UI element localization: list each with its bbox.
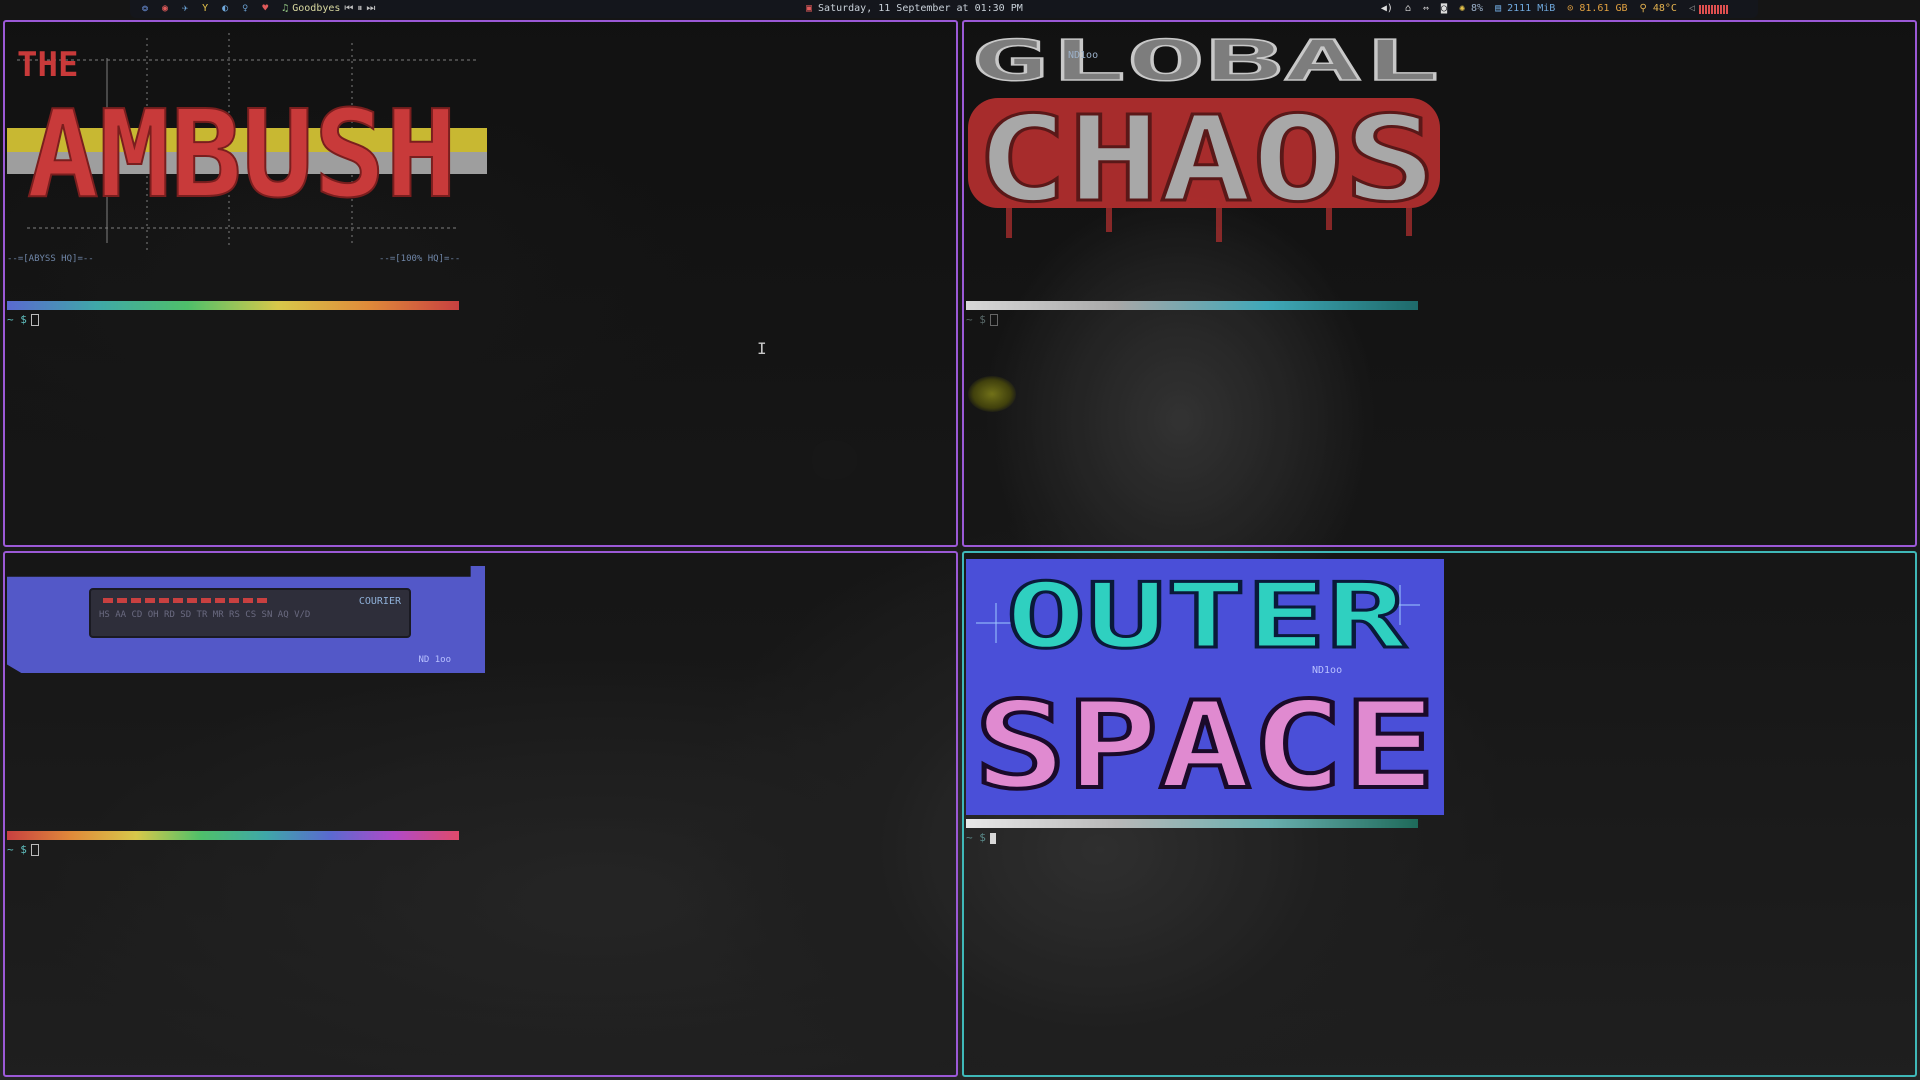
modem-courier-label: COURIER [358,596,401,607]
next-track-button[interactable]: ⏭ [366,0,375,18]
music-note-icon: ♫ [282,3,289,14]
brightness-value: 8% [1471,3,1484,14]
gray-teal-gradient-bar [966,819,1418,828]
previous-track-button[interactable]: ⏮ [344,0,353,18]
track-title[interactable]: Goodbyes [292,0,340,18]
terminal-cursor [30,844,39,856]
outer-space-ascii-art: OUTER ND1oo SPACE [966,559,1444,815]
temperature-indicator: ⚲ 48°C [1639,3,1677,14]
pause-button[interactable]: ⏸ [357,0,362,18]
chaos-title: CHAOS [976,90,1436,228]
workspace-4-icon[interactable]: Y [202,0,208,18]
volume-level[interactable]: ◁ [1689,0,1728,18]
hq-100-tag: --=[100% HQ]=-- [379,254,461,264]
system-tray: ◀) ⌂ ⇔ ◙ ✺ 8% ▤ 2111 MiB ⊙ 81.61 GB ⚲ 48… [1381,0,1728,18]
color-gradient-bar [7,301,459,310]
terminal-cursor [989,832,996,844]
temperature-value: 48°C [1652,3,1677,14]
ambush-title-small: THE [17,45,78,85]
modem-body: HS AA CD OH RD SD TR MR RS CS SN AQ V/D … [89,588,411,638]
date-time: Saturday, 11 September at 01:30 PM [818,3,1023,14]
shell-prompt[interactable]: ~ $ [7,313,39,326]
global-signature: ND1oo [1068,50,1098,61]
terminal-pane-bottom-left[interactable]: HS AA CD OH RD SD TR MR RS CS SN AQ V/D … [3,551,958,1077]
terminal-pane-top-right[interactable]: GLOBAL ND1oo CHAOS ~ $ [962,20,1917,547]
terminal-pane-bottom-right[interactable]: OUTER ND1oo SPACE ~ $ [962,551,1917,1077]
ambush-ascii-art: THE AMBUSH [7,33,487,253]
gray-teal-gradient-bar [966,301,1418,310]
disk-value: 81.61 GB [1579,3,1628,14]
prompt-text: ~ $ [966,313,986,326]
shell-prompt[interactable]: ~ $ [7,843,39,856]
volume-icon[interactable]: ◀) [1381,0,1393,18]
prompt-text: ~ $ [7,843,27,856]
courier-modem-art: HS AA CD OH RD SD TR MR RS CS SN AQ V/D … [7,566,485,673]
workspace-1-icon[interactable]: ❂ [142,0,148,18]
text-cursor-icon: I [757,339,767,358]
discord-icon[interactable]: ◙ [1441,0,1447,18]
terminal-pane-top-left[interactable]: THE AMBUSH --=[ABYSS HQ]=-- --=[100% HQ]… [3,20,958,547]
shell-prompt[interactable]: ~ $ [966,313,998,326]
workspace-list: ❂ ◉ ✈ Y ◐ ♀ ♥ ♫ Goodbyes ⏮ ⏸ ⏭ [142,0,375,18]
global-title: GLOBAL [970,29,1440,94]
color-gradient-bar [7,831,459,840]
workspace-2-icon[interactable]: ◉ [162,0,168,18]
network-icon[interactable]: ⇔ [1423,0,1429,18]
speaker-icon: ◁ [1688,3,1695,14]
modem-key-labels: HS AA CD OH RD SD TR MR RS CS SN AQ V/D [99,610,311,620]
memory-value: 2111 MiB [1507,3,1556,14]
ambush-title: AMBUSH [27,86,457,225]
music-player: ♫ Goodbyes ⏮ ⏸ ⏭ [282,0,375,18]
calendar-icon: ▣ [806,3,813,14]
clock[interactable]: ▣ Saturday, 11 September at 01:30 PM [806,0,1023,18]
abyss-hq-tag: --=[ABYSS HQ]=-- [7,254,94,264]
memory-indicator: ▤ 2111 MiB [1495,3,1556,14]
global-chaos-ascii-art: GLOBAL ND1oo CHAOS [968,28,1441,242]
space-title: SPACE [974,677,1436,815]
outer-title: OUTER [1006,564,1407,669]
disk-indicator: ⊙ 81.61 GB [1567,3,1628,14]
status-bar: ❂ ◉ ✈ Y ◐ ♀ ♥ ♫ Goodbyes ⏮ ⏸ ⏭ ▣ Saturda… [130,0,1758,18]
outer-signature: ND1oo [1312,665,1342,676]
modem-signature: ND 1oo [418,655,451,665]
shell-prompt[interactable]: ~ $ [966,831,996,844]
brightness-indicator: ✺ 8% [1458,3,1484,14]
modem-leds [103,598,267,603]
workspace-6-icon[interactable]: ♀ [242,0,248,18]
terminal-cursor [989,314,998,326]
workspace-5-icon[interactable]: ◐ [222,0,228,18]
volume-bars [1699,4,1728,14]
terminal-cursor [30,314,39,326]
heart-icon: ♥ [262,3,269,14]
prompt-text: ~ $ [966,831,986,844]
tray-app-icon[interactable]: ⌂ [1405,0,1411,18]
prompt-text: ~ $ [7,313,27,326]
workspace-3-icon[interactable]: ✈ [182,0,188,18]
